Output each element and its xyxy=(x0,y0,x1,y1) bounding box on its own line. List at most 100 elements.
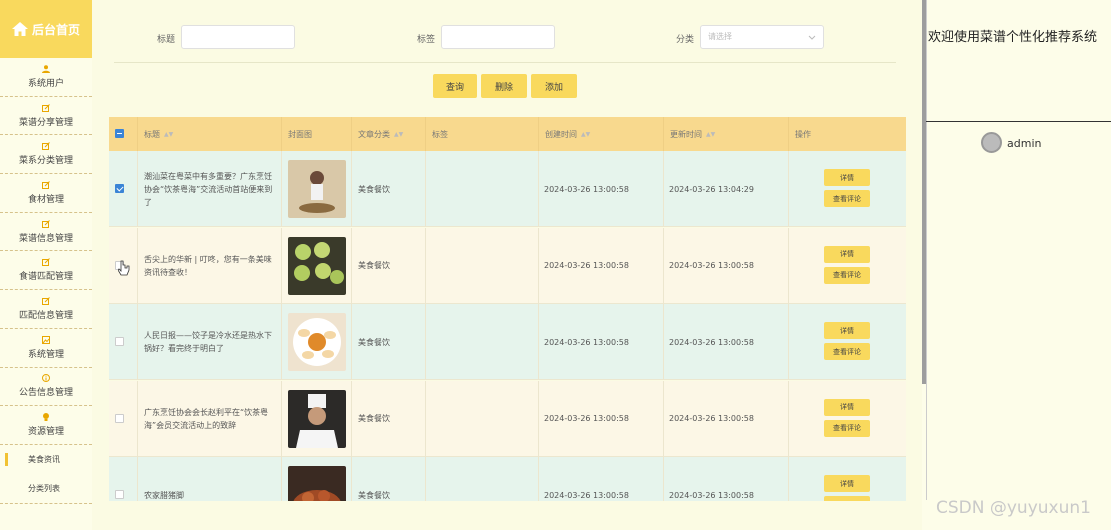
select-all-checkbox[interactable] xyxy=(115,129,124,138)
header-title-label: 标题 xyxy=(144,129,160,139)
row-updated-time: 2024-03-26 13:00:58 xyxy=(664,227,789,304)
row-updated-time: 2024-03-26 13:00:58 xyxy=(664,380,789,457)
sidebar-item-9[interactable]: 资源管理 xyxy=(0,406,92,445)
header-cover: 封面图 xyxy=(282,117,352,151)
brand-home-link[interactable]: 后台首页 xyxy=(0,0,92,58)
sidebar-item-8[interactable]: 公告信息管理 xyxy=(0,368,92,407)
sidebar-item-3[interactable]: 食材管理 xyxy=(0,174,92,213)
row-title: 人民日报——饺子是冷水还是热水下锅好？看完终于明白了 xyxy=(138,304,282,380)
sidebar-item-4[interactable]: 菜谱信息管理 xyxy=(0,213,92,252)
header-category[interactable]: 文章分类 ▲▼ xyxy=(352,117,426,151)
header-created-label: 创建时间 xyxy=(545,129,577,139)
tag-filter-input[interactable] xyxy=(441,25,555,49)
row-tags xyxy=(426,151,539,227)
title-filter-input[interactable] xyxy=(181,25,295,49)
query-button[interactable]: 查询 xyxy=(433,74,477,98)
sort-icon: ▲▼ xyxy=(164,130,174,138)
detail-button[interactable]: 详情 xyxy=(824,398,870,416)
detail-button[interactable]: 详情 xyxy=(824,475,870,492)
sidebar-item-6[interactable]: 匹配信息管理 xyxy=(0,290,92,329)
row-title: 农家腊猪脚 xyxy=(138,457,282,501)
sidebar-item-label: 菜谱分享管理 xyxy=(18,117,73,128)
row-select-cell xyxy=(109,304,138,380)
avatar[interactable] xyxy=(981,132,1002,153)
sidebar-item-0[interactable]: 系统用户 xyxy=(0,58,92,97)
row-category: 美食餐饮 xyxy=(352,151,426,227)
row-cover-image xyxy=(282,457,352,501)
header-created[interactable]: 创建时间 ▲▼ xyxy=(539,117,664,151)
sidebar-item-label: 匹配信息管理 xyxy=(18,310,73,321)
sort-icon: ▲▼ xyxy=(706,130,716,138)
sidebar-item-label: 系统管理 xyxy=(27,349,64,360)
row-ops-cell xyxy=(789,381,906,457)
image-icon xyxy=(42,335,50,344)
sidebar-item-1[interactable]: 菜谱分享管理 xyxy=(0,97,92,136)
edit-icon xyxy=(42,258,50,267)
header-tags-label: 标签 xyxy=(432,129,448,139)
row-created-time: 2024-03-26 13:00:58 xyxy=(539,227,664,304)
row-title: 舌尖上的华新 | 叮咚，您有一条美味资讯待查收！ xyxy=(138,227,282,304)
edit-icon xyxy=(42,219,50,228)
sidebar-subitem-category-list[interactable]: 分类列表 xyxy=(0,474,92,503)
user-icon xyxy=(42,65,50,73)
sidebar-item-7[interactable]: 系统管理 xyxy=(0,329,92,368)
search-bar: 标题 标签 分类 请选择 xyxy=(92,22,922,52)
row-created-time: 2024-03-26 13:00:58 xyxy=(539,304,664,380)
sidebar-item-2[interactable]: 菜系分类管理 xyxy=(0,135,92,175)
view-comments-button[interactable]: 查看评论 xyxy=(824,190,870,207)
panel-divider xyxy=(926,0,927,500)
row-updated-time: 2024-03-26 13:00:58 xyxy=(664,304,789,380)
panel-rule xyxy=(926,121,1111,122)
brand-title: 后台首页 xyxy=(31,22,80,37)
header-cover-label: 封面图 xyxy=(288,129,312,139)
sidebar: 后台首页 系统用户菜谱分享管理菜系分类管理 食材管理菜谱信息管理食谱匹配管理匹配信… xyxy=(0,0,92,530)
username[interactable]: admin xyxy=(1007,137,1041,150)
sidebar-subitem-food-news[interactable]: 美食资讯 xyxy=(0,445,92,474)
divider xyxy=(114,62,896,63)
row-checkbox[interactable] xyxy=(115,413,124,423)
header-ops-label: 操作 xyxy=(795,129,811,139)
sidebar-item-label: 资源管理 xyxy=(27,427,64,438)
edit-icon xyxy=(42,142,50,151)
sidebar-subitem-label: 分类列表 xyxy=(28,483,60,493)
row-created-time: 2024-03-26 13:00:58 xyxy=(539,457,664,501)
add-button[interactable]: 添加 xyxy=(531,74,577,98)
main-content: 标题 标签 分类 请选择 查询 删除 添加 标题 ▲▼ 封面图 文章分类 ▲▼ … xyxy=(92,0,922,530)
app-root: 后台首页 系统用户菜谱分享管理菜系分类管理 食材管理菜谱信息管理食谱匹配管理匹配信… xyxy=(0,0,1111,530)
delete-button[interactable]: 删除 xyxy=(481,74,527,98)
title-filter-label: 标题 xyxy=(157,35,176,45)
header-select-all[interactable] xyxy=(109,117,138,151)
category-select-placeholder: 请选择 xyxy=(708,32,732,41)
view-comments-button[interactable]: 查看评论 xyxy=(824,266,870,284)
watermark: CSDN @yuyuxun1 xyxy=(936,498,1091,518)
view-comments-button[interactable]: 查看评论 xyxy=(824,419,870,437)
row-checkbox[interactable] xyxy=(115,184,124,193)
sidebar-item-5[interactable]: 食谱匹配管理 xyxy=(0,251,92,291)
info-icon xyxy=(42,374,50,383)
mouse-cursor-icon xyxy=(118,260,130,276)
row-tags xyxy=(426,304,539,380)
row-checkbox[interactable] xyxy=(115,337,124,346)
table-row: 潮汕菜在粤菜中有多重要？广东烹饪协会“饮茶粤海”交流活动首站便来到了 美食餐饮 20… xyxy=(109,151,906,227)
sidebar-menu: 系统用户菜谱分享管理菜系分类管理 食材管理菜谱信息管理食谱匹配管理匹配信息管理 系统… xyxy=(0,58,92,445)
row-ops-cell xyxy=(789,228,906,304)
category-select[interactable]: 请选择 xyxy=(700,25,824,49)
news-table: 标题 ▲▼ 封面图 文章分类 ▲▼ 标签 创建时间 ▲▼ 更新时间 ▲▼ 操作 … xyxy=(109,117,906,501)
sidebar-item-label: 菜谱信息管理 xyxy=(18,233,73,244)
detail-button[interactable]: 详情 xyxy=(824,169,870,186)
header-updated[interactable]: 更新时间 ▲▼ xyxy=(664,117,789,151)
detail-button[interactable]: 详情 xyxy=(824,322,870,339)
row-checkbox[interactable] xyxy=(115,490,124,499)
row-select-cell xyxy=(109,457,138,501)
edit-icon xyxy=(42,103,50,112)
row-tags xyxy=(426,380,539,457)
view-comments-button[interactable]: 查看评论 xyxy=(824,343,870,360)
edit-icon xyxy=(42,297,50,305)
view-comments-button[interactable]: 查看评论 xyxy=(824,496,870,501)
sidebar-item-label: 系统用户 xyxy=(27,78,64,89)
sort-icon: ▲▼ xyxy=(581,130,591,138)
detail-button[interactable]: 详情 xyxy=(824,245,870,263)
header-title[interactable]: 标题 ▲▼ xyxy=(138,117,282,151)
row-cover-image xyxy=(282,151,352,227)
row-ops-cell xyxy=(789,151,906,227)
